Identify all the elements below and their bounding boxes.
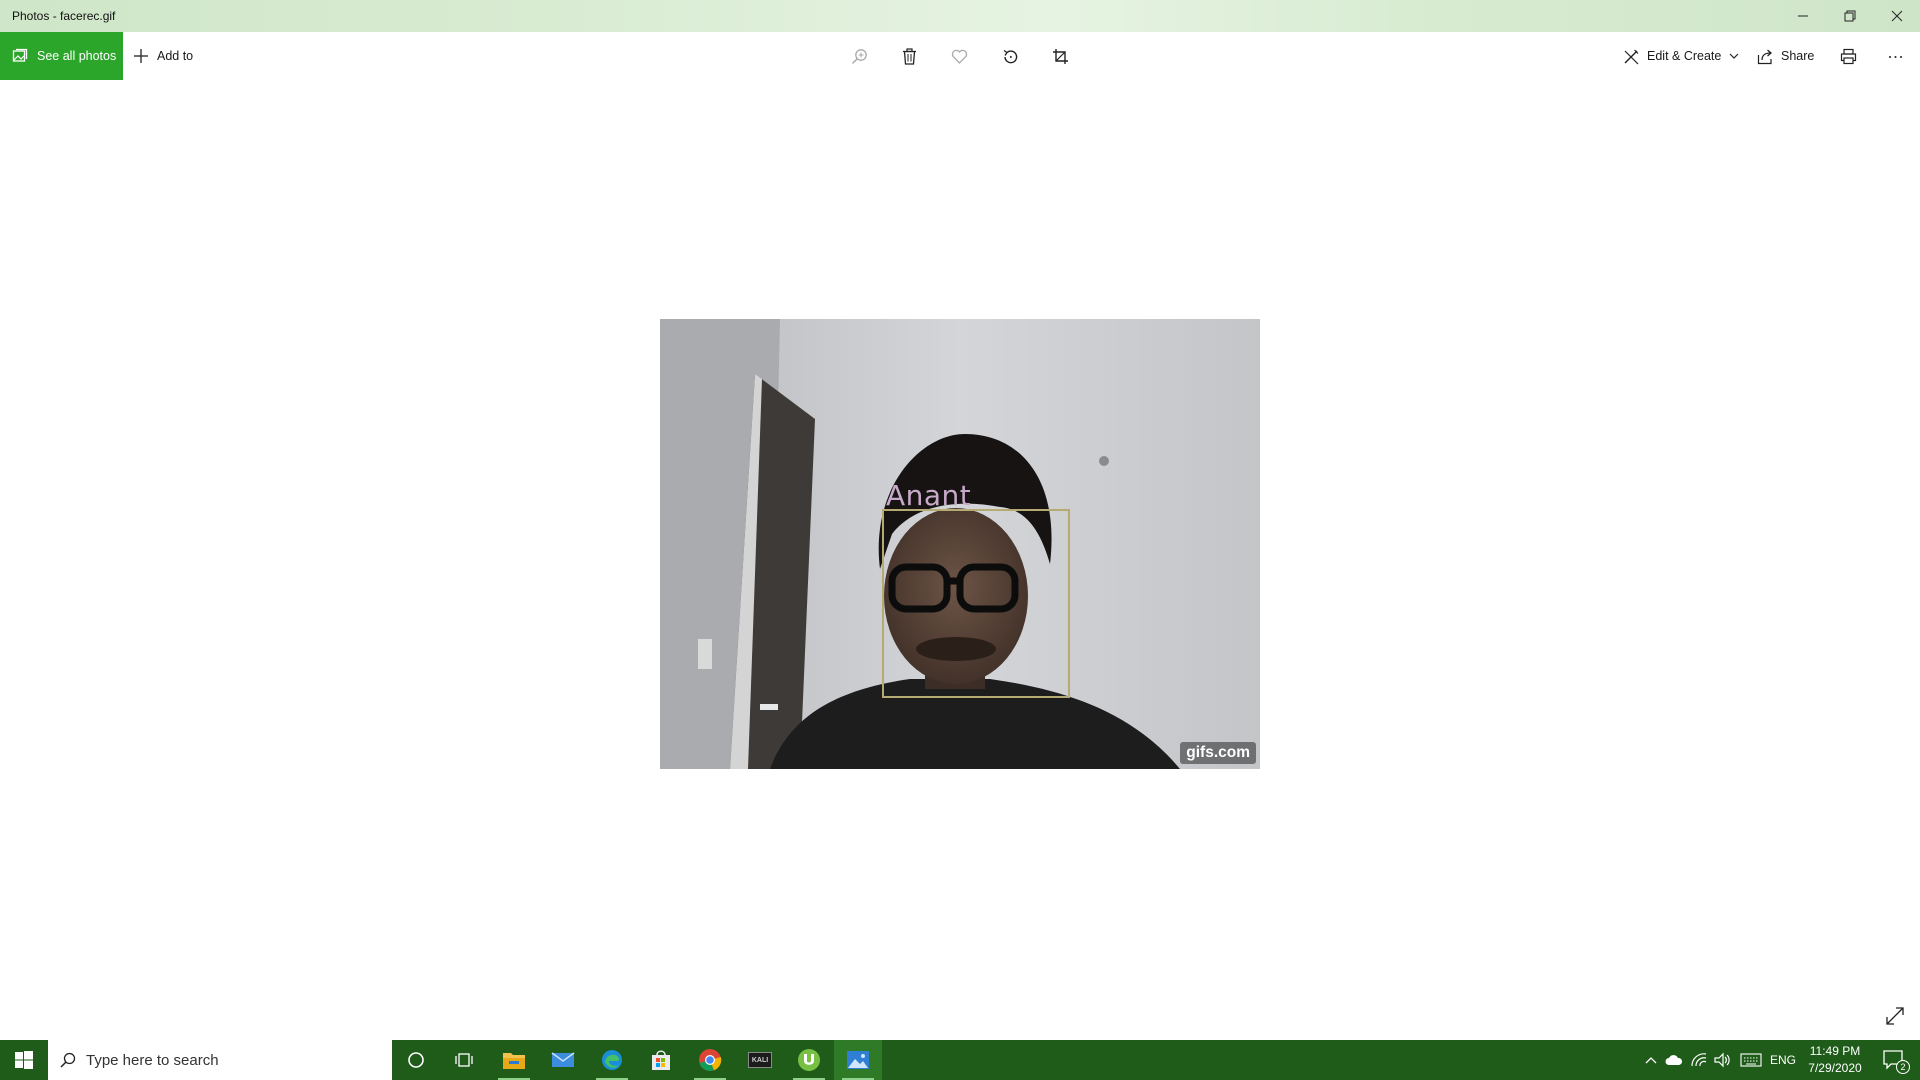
- edit-create-button[interactable]: Edit & Create: [1623, 32, 1739, 80]
- taskbar-chrome[interactable]: [686, 1040, 734, 1080]
- rotate-button[interactable]: [998, 44, 1022, 68]
- edit-create-label: Edit & Create: [1647, 49, 1722, 63]
- plus-icon: [133, 48, 149, 64]
- onedrive-tray[interactable]: [1663, 1040, 1685, 1080]
- clock-time: 11:49 PM: [1809, 1044, 1861, 1058]
- store-bag-icon: [652, 1050, 670, 1070]
- taskbar: Type here to search KALI ENG 11:49 PM 7/…: [0, 1040, 1920, 1080]
- heart-icon: [951, 49, 967, 64]
- start-button[interactable]: [0, 1040, 48, 1080]
- chevron-up-icon: [1645, 1057, 1657, 1064]
- more-options-button[interactable]: [1883, 44, 1907, 68]
- clock[interactable]: 11:49 PM 7/29/2020: [1800, 1040, 1870, 1080]
- search-icon: [60, 1052, 76, 1068]
- taskbar-store[interactable]: [637, 1040, 685, 1080]
- minimize-icon: [1798, 15, 1808, 17]
- webcam-frame-illustration: [660, 319, 1260, 769]
- window-title: Photos - facerec.gif: [12, 9, 116, 23]
- windows-logo-icon: [15, 1051, 33, 1069]
- photo-viewer-image[interactable]: Anant gifs.com: [660, 319, 1260, 769]
- cloud-icon: [1665, 1055, 1683, 1065]
- taskbar-mail[interactable]: [539, 1040, 587, 1080]
- keyboard-icon: [1740, 1053, 1762, 1067]
- language-label: ENG: [1769, 1053, 1796, 1067]
- zoom-button[interactable]: [847, 44, 871, 68]
- title-bar: Photos - facerec.gif: [0, 0, 1920, 32]
- close-button[interactable]: [1874, 0, 1920, 32]
- face-recognition-label: Anant: [886, 479, 972, 512]
- network-tray[interactable]: [1688, 1040, 1710, 1080]
- expand-icon: [1886, 1007, 1904, 1025]
- share-icon: [1757, 48, 1774, 65]
- clock-date: 7/29/2020: [1808, 1061, 1862, 1075]
- task-view-icon: [455, 1053, 473, 1067]
- taskbar-photos[interactable]: [834, 1040, 882, 1080]
- minimize-button[interactable]: [1780, 0, 1826, 32]
- close-icon: [1891, 10, 1903, 22]
- delete-button[interactable]: [897, 44, 921, 68]
- fullscreen-button[interactable]: [1883, 1004, 1907, 1028]
- speaker-icon: [1714, 1052, 1730, 1068]
- edit-pen-icon: [1623, 48, 1640, 65]
- favorite-button[interactable]: [947, 44, 971, 68]
- gifs-watermark: gifs.com: [1180, 742, 1256, 764]
- search-placeholder: Type here to search: [86, 1051, 219, 1069]
- kali-label: KALI: [751, 1056, 769, 1064]
- share-button[interactable]: Share: [1757, 32, 1814, 80]
- language-indicator[interactable]: ENG: [1768, 1040, 1798, 1080]
- chevron-down-icon: [1729, 51, 1739, 61]
- taskbar-file-explorer[interactable]: [490, 1040, 538, 1080]
- wifi-icon: [1691, 1053, 1707, 1067]
- more-dots-icon: [1888, 55, 1902, 58]
- action-center-button[interactable]: 2: [1876, 1040, 1912, 1080]
- zoom-in-icon: [851, 48, 867, 64]
- printer-icon: [1840, 48, 1856, 64]
- share-label: Share: [1781, 49, 1815, 63]
- notification-count-badge: 2: [1896, 1060, 1910, 1074]
- volume-tray[interactable]: [1712, 1040, 1734, 1080]
- photos-icon: [12, 48, 28, 64]
- show-hidden-icons-button[interactable]: [1640, 1040, 1662, 1080]
- trash-icon: [902, 47, 916, 65]
- photos-app-icon: [847, 1051, 869, 1069]
- folder-icon: [503, 1053, 525, 1069]
- task-view-button[interactable]: [440, 1040, 488, 1080]
- utorrent-icon: [798, 1049, 820, 1071]
- mail-icon: [551, 1052, 575, 1067]
- crop-icon: [1052, 48, 1068, 64]
- taskbar-edge[interactable]: [588, 1040, 636, 1080]
- print-button[interactable]: [1836, 44, 1860, 68]
- cortana-button[interactable]: [392, 1040, 440, 1080]
- see-all-photos-label: See all photos: [37, 49, 117, 63]
- taskbar-kali[interactable]: KALI: [736, 1040, 784, 1080]
- touch-keyboard-tray[interactable]: [1738, 1040, 1764, 1080]
- photos-app-window: Photos - facerec.gif See all photos Add …: [0, 0, 1920, 1080]
- add-to-button[interactable]: Add to: [133, 32, 193, 80]
- command-bar: See all photos Add to Edit & Create Shar…: [0, 32, 1920, 80]
- chrome-browser-icon: [699, 1049, 722, 1072]
- edge-browser-icon: [602, 1050, 622, 1070]
- see-all-photos-button[interactable]: See all photos: [0, 32, 123, 80]
- crop-button[interactable]: [1048, 44, 1072, 68]
- restore-button[interactable]: [1827, 0, 1873, 32]
- restore-icon: [1844, 10, 1856, 22]
- taskbar-utorrent[interactable]: [785, 1040, 833, 1080]
- taskbar-search-box[interactable]: Type here to search: [48, 1040, 392, 1080]
- add-to-label: Add to: [157, 49, 194, 63]
- cortana-circle-icon: [408, 1052, 424, 1068]
- rotate-icon: [1003, 49, 1017, 63]
